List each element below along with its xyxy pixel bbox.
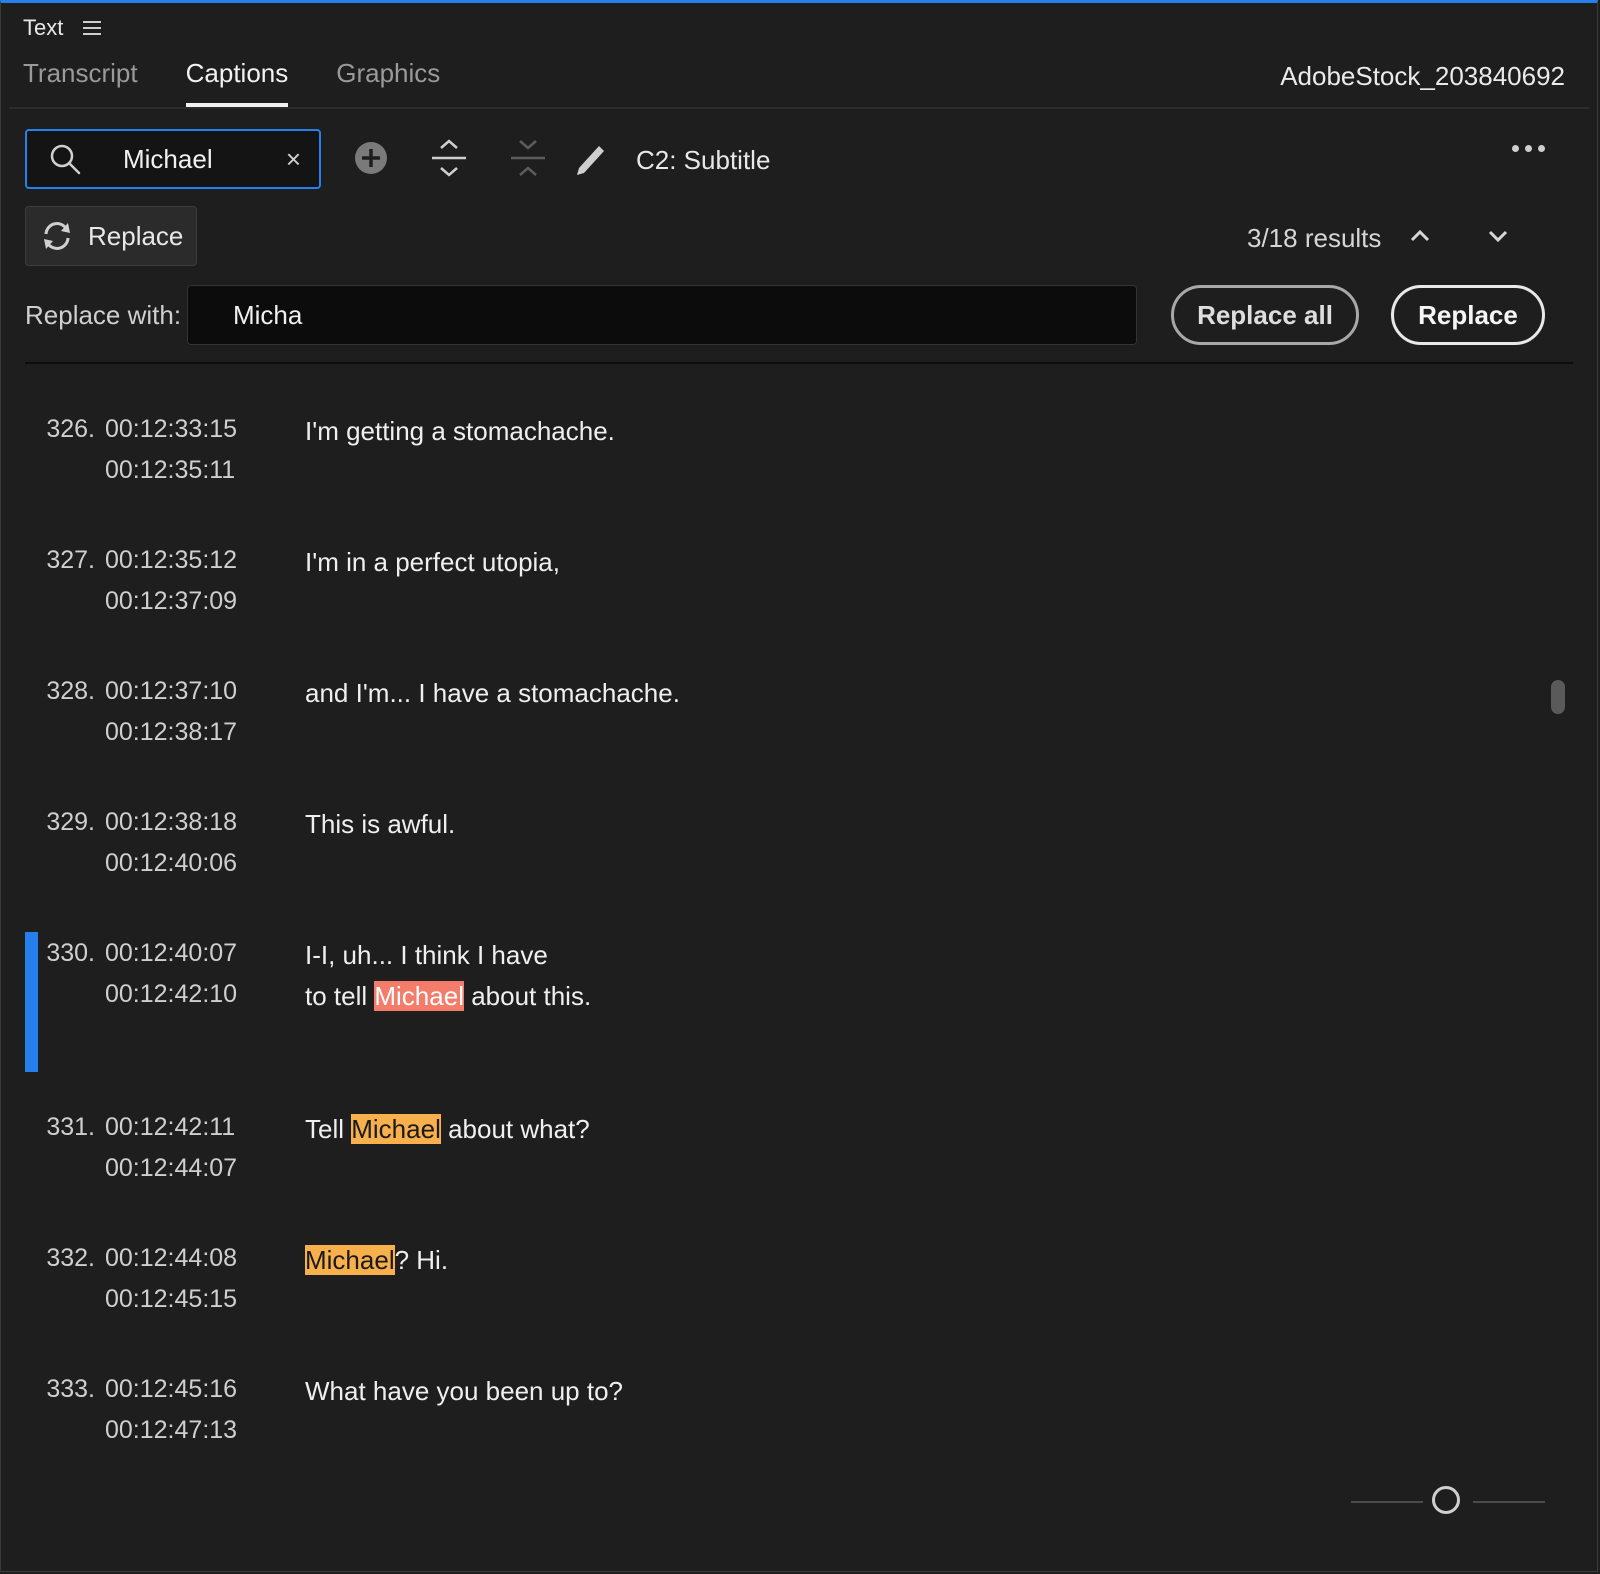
tab-bar: Transcript Captions Graphics [23,58,440,107]
panel-header: Text [23,15,102,41]
more-icon[interactable] [1512,145,1545,152]
track-label[interactable]: C2: Subtitle [636,145,770,176]
text-fragment: about what? [440,1114,590,1144]
replace-icon [44,222,70,250]
caption-in-time[interactable]: 00:12:33:15 [105,415,237,444]
caption-line: to tell Michael about this. [305,976,591,1017]
tab-captions[interactable]: Captions [185,58,289,107]
tab-transcript[interactable]: Transcript [23,58,138,107]
clip-name: AdobeStock_203840692 [1280,61,1565,91]
caption-out-time[interactable]: 00:12:35:11 [105,456,235,485]
pencil-icon[interactable] [571,138,611,178]
replace-all-button[interactable]: Replace all [1171,285,1359,345]
caption-text[interactable]: I-I, uh... I think I have to tell Michae… [305,935,591,1017]
caption-text[interactable]: Tell Michael about what? [305,1109,590,1150]
caption-in-time[interactable]: 00:12:37:10 [105,677,237,706]
caption-number: 327. [46,546,95,574]
match-highlight: Michael [351,1114,441,1144]
zoom-slider-track[interactable] [1351,1501,1423,1503]
zoom-slider-track[interactable] [1473,1501,1545,1503]
list-divider [25,362,1573,364]
search-box: × [25,129,321,189]
scrollbar-thumb[interactable] [1551,680,1565,714]
zoom-slider-thumb[interactable] [1432,1486,1460,1514]
caption-line: I-I, uh... I think I have [305,940,548,970]
menu-icon[interactable] [83,21,102,35]
caption-out-time[interactable]: 00:12:44:07 [105,1154,237,1183]
text-fragment: Tell [305,1114,352,1144]
text-fragment: to tell [305,981,375,1011]
caption-in-time[interactable]: 00:12:45:16 [105,1375,237,1404]
caption-in-time[interactable]: 00:12:40:07 [105,939,237,968]
caption-number: 330. [46,939,95,967]
text-fragment: about this. [463,981,592,1011]
match-highlight: Michael [305,1245,395,1275]
caption-number: 329. [46,808,95,836]
search-icon [50,144,81,175]
caption-text[interactable]: I'm in a perfect utopia, [305,542,560,583]
caption-out-time[interactable]: 00:12:40:06 [105,849,237,878]
caption-out-time[interactable]: 00:12:47:13 [105,1416,237,1445]
replace-toggle-label: Replace [88,220,184,251]
caption-number: 328. [46,677,95,705]
results-count: 3/18 results [1247,223,1382,253]
caption-out-time[interactable]: 00:12:45:15 [105,1285,237,1314]
caption-in-time[interactable]: 00:12:42:11 [105,1113,235,1142]
chevron-down-icon[interactable] [1483,221,1513,251]
text-panel: Text Transcript Captions Graphics AdobeS… [0,0,1598,1572]
caption-number: 326. [46,415,95,443]
replace-with-input[interactable] [187,285,1137,345]
merge-caption-icon[interactable] [508,138,548,178]
search-input[interactable] [121,142,275,176]
caption-text[interactable]: and I'm... I have a stomachache. [305,673,680,714]
caption-in-time[interactable]: 00:12:44:08 [105,1244,237,1273]
tab-graphics[interactable]: Graphics [336,58,440,107]
caption-in-time[interactable]: 00:12:38:18 [105,808,237,837]
caption-text[interactable]: Michael? Hi. [305,1240,448,1281]
replace-toggle-button[interactable]: Replace [25,206,197,266]
caption-number: 331. [46,1113,95,1141]
clear-icon[interactable]: × [286,144,301,175]
chevron-up-icon[interactable] [1405,221,1435,251]
caption-number: 332. [46,1244,95,1272]
caption-out-time[interactable]: 00:12:38:17 [105,718,237,747]
caption-text[interactable]: What have you been up to? [305,1371,623,1412]
tabs-divider [9,107,1589,109]
caption-out-time[interactable]: 00:12:42:10 [105,980,237,1009]
caption-in-time[interactable]: 00:12:35:12 [105,546,237,575]
caption-number: 333. [46,1375,95,1403]
split-caption-icon[interactable] [429,138,469,178]
caption-text[interactable]: This is awful. [305,804,455,845]
caption-text[interactable]: I'm getting a stomachache. [305,411,615,452]
caption-out-time[interactable]: 00:12:37:09 [105,587,237,616]
current-match-highlight: Michael [374,981,464,1011]
replace-button[interactable]: Replace [1391,285,1545,345]
text-fragment: ? Hi. [394,1245,449,1275]
replace-with-label: Replace with: [25,300,182,330]
panel-title: Text [23,15,64,40]
add-caption-icon[interactable] [351,138,391,178]
